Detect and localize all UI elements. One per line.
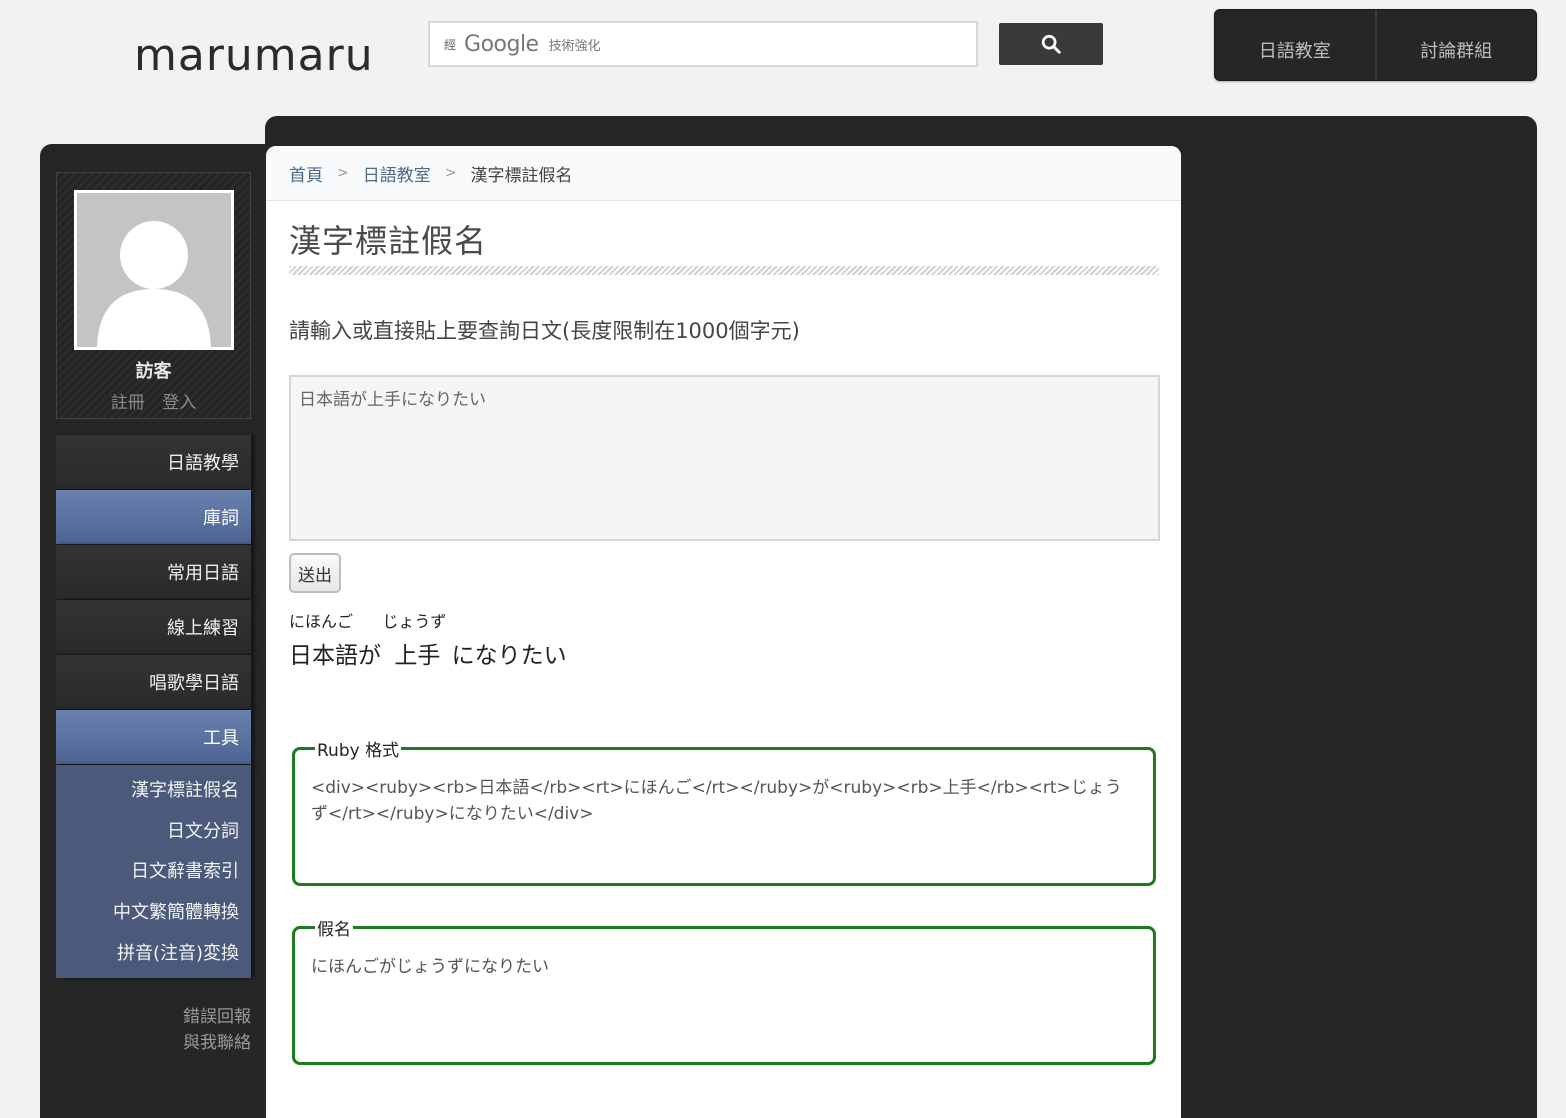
content-panel: 首頁 > 日語教室 > 漢字標註假名 漢字標註假名 請輸入或直接貼上要查詢日文(… [266,146,1181,1118]
register-link[interactable]: 註冊 [111,393,145,413]
ruby-format-legend: Ruby 格式 [317,741,400,761]
subitem-segmentation[interactable]: 日文分詞 [56,810,251,851]
subitem-pinyin-conversion[interactable]: 拼音(注音)変換 [56,931,251,972]
sidebar-footer: 錯誤回報 與我聯絡 [56,1004,251,1056]
profile-links: 註冊 登入 [57,388,250,413]
kana-box: 假名 にほんごがじょうずになりたい [292,915,1156,1065]
breadcrumb-japanese-class[interactable]: 日語教室 [363,161,431,186]
sidebar-item-online-practice[interactable]: 線上練習 [56,600,251,655]
subitem-dictionary-index[interactable]: 日文辭書索引 [56,850,251,891]
search-icon [1041,34,1061,54]
google-brand: Google [464,31,539,57]
sidebar-item-songs[interactable]: 唱歌學日語 [56,655,251,710]
title-divider [289,266,1159,275]
breadcrumb-current: 漢字標註假名 [470,165,573,186]
search-button[interactable] [999,23,1103,65]
sidebar-item-tools[interactable]: 工具 [56,710,251,765]
sidebar-item-common-phrases[interactable]: 常用日語 [56,545,251,600]
japanese-text-input[interactable]: 日本語が上手になりたい [289,375,1160,541]
ruby-base: 上手 [394,643,441,669]
subitem-furigana[interactable]: 漢字標註假名 [56,769,251,810]
ruby-plain: が [358,643,381,669]
search-input[interactable]: 經 Google 技術強化 [428,21,978,67]
sidebar-menu: 日語教學 庫詞 常用日語 線上練習 唱歌學日語 工具 漢字標註假名 日文分詞 日… [56,435,251,978]
ruby-segment: じょうず 上手 [382,612,446,670]
instruction-text: 請輸入或直接貼上要查詢日文(長度限制在1000個字元) [289,319,800,343]
sidebar-item-vocabulary[interactable]: 庫詞 [56,490,251,545]
kana-legend: 假名 [317,920,351,940]
breadcrumb-home[interactable]: 首頁 [289,161,323,186]
contact-link[interactable]: 與我聯絡 [56,1030,251,1056]
ruby-base: 日本語 [289,643,358,669]
login-link[interactable]: 登入 [162,393,196,413]
profile-card: 訪客 註冊 登入 [56,172,251,419]
sidebar-item-japanese-lessons[interactable]: 日語教學 [56,435,251,490]
topnav-japanese-class[interactable]: 日語教室 [1215,10,1375,80]
ruby-reading: にほんご [289,612,354,631]
breadcrumb: 首頁 > 日語教室 > 漢字標註假名 [266,146,1181,201]
profile-name: 訪客 [135,361,172,382]
chevron-right-icon: > [444,165,457,181]
avatar-placeholder-icon [97,221,211,347]
search-prefix: 經 [444,37,457,52]
ruby-plain: になりたい [451,643,567,669]
top-nav: 日語教室 討論群組 [1214,9,1537,81]
topnav-forum[interactable]: 討論群組 [1374,10,1537,80]
ruby-reading: じょうず [382,612,447,631]
site-logo[interactable]: marumaru [134,30,374,81]
ruby-format-code[interactable]: <div><ruby><rb>日本語</rb><rt>にほんご</rt></ru… [311,775,1137,827]
tools-submenu: 漢字標註假名 日文分詞 日文辭書索引 中文繁簡體轉換 拼音(注音)変換 [56,765,251,978]
ruby-format-box: Ruby 格式 <div><ruby><rb>日本語</rb><rt>にほんご<… [292,736,1156,886]
search-suffix: 技術強化 [548,38,601,54]
ruby-result: にほんご 日本語 が じょうず 上手 になりたい [289,612,567,670]
kana-text[interactable]: にほんごがじょうずになりたい [311,954,1137,980]
error-report-link[interactable]: 錯誤回報 [56,1004,251,1030]
chevron-right-icon: > [337,165,349,181]
page-title: 漢字標註假名 [289,222,488,260]
submit-button[interactable]: 送出 [289,553,341,593]
ruby-segment: にほんご 日本語 [289,612,358,670]
avatar[interactable] [74,190,234,350]
subitem-chinese-conversion[interactable]: 中文繁簡體轉換 [56,891,251,932]
